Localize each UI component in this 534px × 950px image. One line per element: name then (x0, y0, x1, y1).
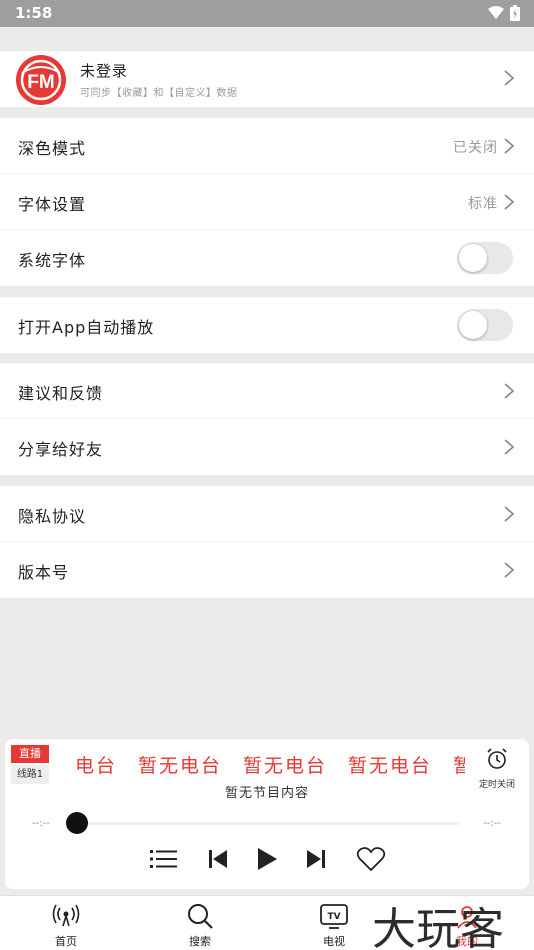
tab-home-label: 首页 (55, 935, 77, 948)
progress-thumb[interactable] (66, 812, 88, 834)
version-row[interactable]: 版本号 (0, 542, 534, 598)
battery-icon (510, 5, 520, 21)
total-time: --:-- (483, 818, 501, 829)
privacy-row[interactable]: 隐私协议 (0, 486, 534, 542)
logo-text: FM (27, 72, 54, 93)
tab-tv-label: 电视 (323, 935, 345, 948)
tab-tv[interactable]: TV 电视 (294, 896, 374, 950)
font-setting-label: 字体设置 (18, 195, 87, 214)
share-row[interactable]: 分享给好友 (0, 419, 534, 475)
chevron-right-icon (504, 138, 514, 154)
program-info: 暂无节目内容 (224, 786, 309, 801)
profile-row[interactable]: FM 未登录 可同步【收藏】和【自定义】数据 (0, 51, 534, 107)
tab-search-label: 搜索 (189, 935, 211, 948)
display-settings-group: 深色模式 已关闭 字体设置 标准 系统字体 (0, 118, 534, 286)
dark-mode-row[interactable]: 深色模式 已关闭 (0, 118, 534, 174)
fm-logo: FM (16, 55, 66, 105)
tv-icon: TV (320, 904, 348, 929)
next-icon[interactable] (304, 845, 328, 873)
chevron-right-icon (504, 194, 514, 210)
about-group: 隐私协议 版本号 (0, 486, 534, 598)
status-bar: 1:58 (0, 0, 534, 27)
status-icons (488, 5, 520, 21)
privacy-label: 隐私协议 (18, 507, 87, 526)
chevron-right-icon (504, 506, 514, 522)
system-font-toggle[interactable] (457, 242, 513, 274)
previous-icon[interactable] (206, 845, 230, 873)
feedback-label: 建议和反馈 (18, 384, 104, 403)
system-font-row: 系统字体 (0, 230, 534, 286)
toggle-knob (459, 311, 487, 339)
progress-track[interactable] (77, 822, 459, 825)
dark-mode-label: 深色模式 (18, 139, 87, 158)
dark-mode-value: 已关闭 (453, 140, 498, 156)
search-icon (188, 904, 213, 929)
toggle-knob (459, 244, 487, 272)
feedback-group: 建议和反馈 分享给好友 (0, 363, 534, 475)
version-label: 版本号 (18, 563, 70, 582)
feedback-row[interactable]: 建议和反馈 (0, 363, 534, 419)
chevron-right-icon (504, 383, 514, 399)
alarm-clock-icon (487, 748, 507, 769)
play-icon[interactable] (254, 845, 280, 873)
system-font-label: 系统字体 (18, 251, 87, 270)
wifi-icon (488, 6, 504, 19)
font-setting-row[interactable]: 字体设置 标准 (0, 174, 534, 230)
share-label: 分享给好友 (18, 440, 104, 459)
live-badge: 直播 (11, 745, 49, 763)
chevron-right-icon (504, 439, 514, 455)
watermark-logo: 大玩客 (372, 904, 504, 950)
autoplay-label: 打开App自动播放 (18, 318, 155, 337)
chevron-right-icon (504, 70, 514, 86)
station-marquee: 电台 暂无电台 暂无电台 暂无电台 暂 (75, 755, 465, 777)
svg-text:TV: TV (327, 912, 340, 922)
playback-settings-group: 打开App自动播放 (0, 297, 534, 353)
favorite-heart-icon[interactable] (356, 845, 386, 873)
broadcast-icon (52, 904, 80, 927)
font-setting-value: 标准 (468, 196, 498, 212)
elapsed-time: --:-- (32, 818, 50, 829)
autoplay-toggle[interactable] (457, 309, 513, 341)
profile-section: FM 未登录 可同步【收藏】和【自定义】数据 (0, 51, 534, 107)
profile-name: 未登录 (80, 62, 129, 80)
status-time: 1:58 (15, 4, 53, 22)
tab-home[interactable]: 首页 (26, 896, 106, 950)
autoplay-row: 打开App自动播放 (0, 297, 534, 353)
profile-subtitle: 可同步【收藏】和【自定义】数据 (80, 88, 238, 99)
playlist-icon[interactable] (149, 845, 179, 873)
tab-search[interactable]: 搜索 (160, 896, 240, 950)
fm-logo-graphic: FM (20, 59, 62, 101)
mini-player: 直播 线路1 电台 暂无电台 暂无电台 暂无电台 暂 定时关闭 暂无节目内容 -… (5, 739, 529, 889)
chevron-right-icon (504, 562, 514, 578)
